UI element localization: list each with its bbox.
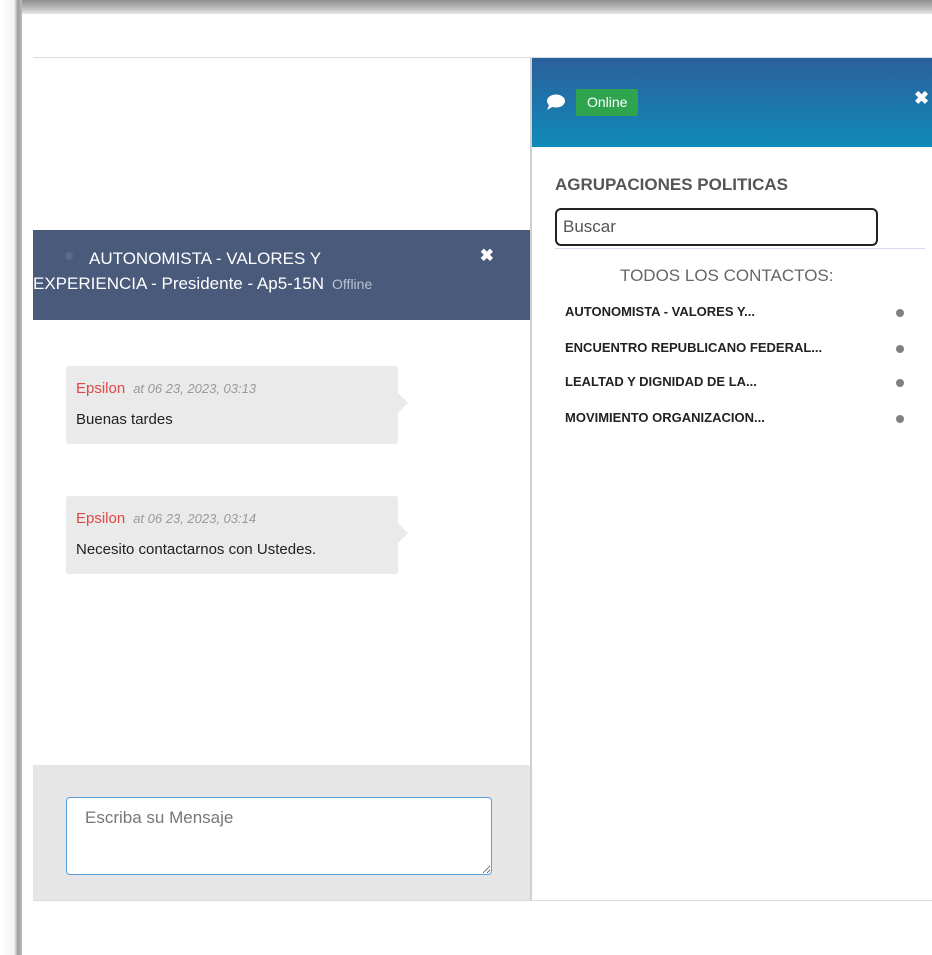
message-text: Buenas tardes [76,411,173,428]
contacts-header: Online ✖ [532,58,932,147]
message-text: Necesito contactarnos con Ustedes. [76,541,317,558]
message-composer [33,765,530,900]
close-chat-icon[interactable]: ✖ [480,246,494,266]
contact-name: ENCUENTRO REPUBLICANO FEDERAL... [565,340,823,355]
window-top-border [0,0,932,14]
contact-item[interactable]: AUTONOMISTA - VALORES Y... [565,304,910,324]
contact-item[interactable]: MOVIMIENTO ORGANIZACION... [565,410,910,430]
contact-status-dot [896,415,904,423]
chat-window: AUTONOMISTA - VALORES Y EXPERIENCIA - Pr… [33,58,532,900]
chat-title-line1: AUTONOMISTA - VALORES Y [89,249,322,268]
chat-title: AUTONOMISTA - VALORES Y EXPERIENCIA - Pr… [33,246,473,297]
contact-item[interactable]: LEALTAD Y DIGNIDAD DE LA... [565,374,910,394]
all-contacts-heading: TODOS LOS CONTACTOS: [620,266,834,285]
chat-title-line2-text: EXPERIENCIA - Presidente - Ap5-15N [33,274,325,293]
search-underline [555,248,925,249]
contact-name: MOVIMIENTO ORGANIZACION... [565,410,765,425]
message-author-row: Epsilon at 06 23, 2023, 03:14 [76,510,256,527]
contacts-window: Online ✖ AGRUPACIONES POLITICAS TODOS LO… [532,58,932,900]
bottom-divider [33,900,932,901]
contact-name: AUTONOMISTA - VALORES Y... [565,304,755,319]
close-contacts-icon[interactable]: ✖ [914,88,929,109]
message-timestamp: at 06 23, 2023, 03:13 [133,381,257,396]
contact-status-dot [896,345,904,353]
chat-title-line2: EXPERIENCIA - Presidente - Ap5-15N Offlin… [33,271,473,297]
chat-message: Epsilon at 06 23, 2023, 03:13 Buenas tard… [66,366,408,444]
message-author-row: Epsilon at 06 23, 2023, 03:13 [76,380,256,397]
online-status-badge[interactable]: Online [576,89,639,116]
contact-status-dot [896,379,904,387]
message-timestamp: at 06 23, 2023, 03:14 [133,511,257,526]
chat-message: Epsilon at 06 23, 2023, 03:14 Necesito co… [66,496,408,574]
chat-bubble-icon [547,94,565,110]
contact-name: LEALTAD Y DIGNIDAD DE LA... [565,374,757,389]
window-left-border [0,0,22,955]
message-author: Epsilon [76,510,126,527]
contact-item[interactable]: ENCUENTRO REPUBLICANO FEDERAL... [565,340,910,360]
message-author: Epsilon [76,380,126,397]
section-title: AGRUPACIONES POLITICAS [555,175,788,194]
chat-header: AUTONOMISTA - VALORES Y EXPERIENCIA - Pr… [33,230,530,320]
message-input[interactable] [66,797,492,875]
contact-status-dot [896,309,904,317]
offline-status: Offline [332,276,373,292]
search-input[interactable] [555,208,878,246]
